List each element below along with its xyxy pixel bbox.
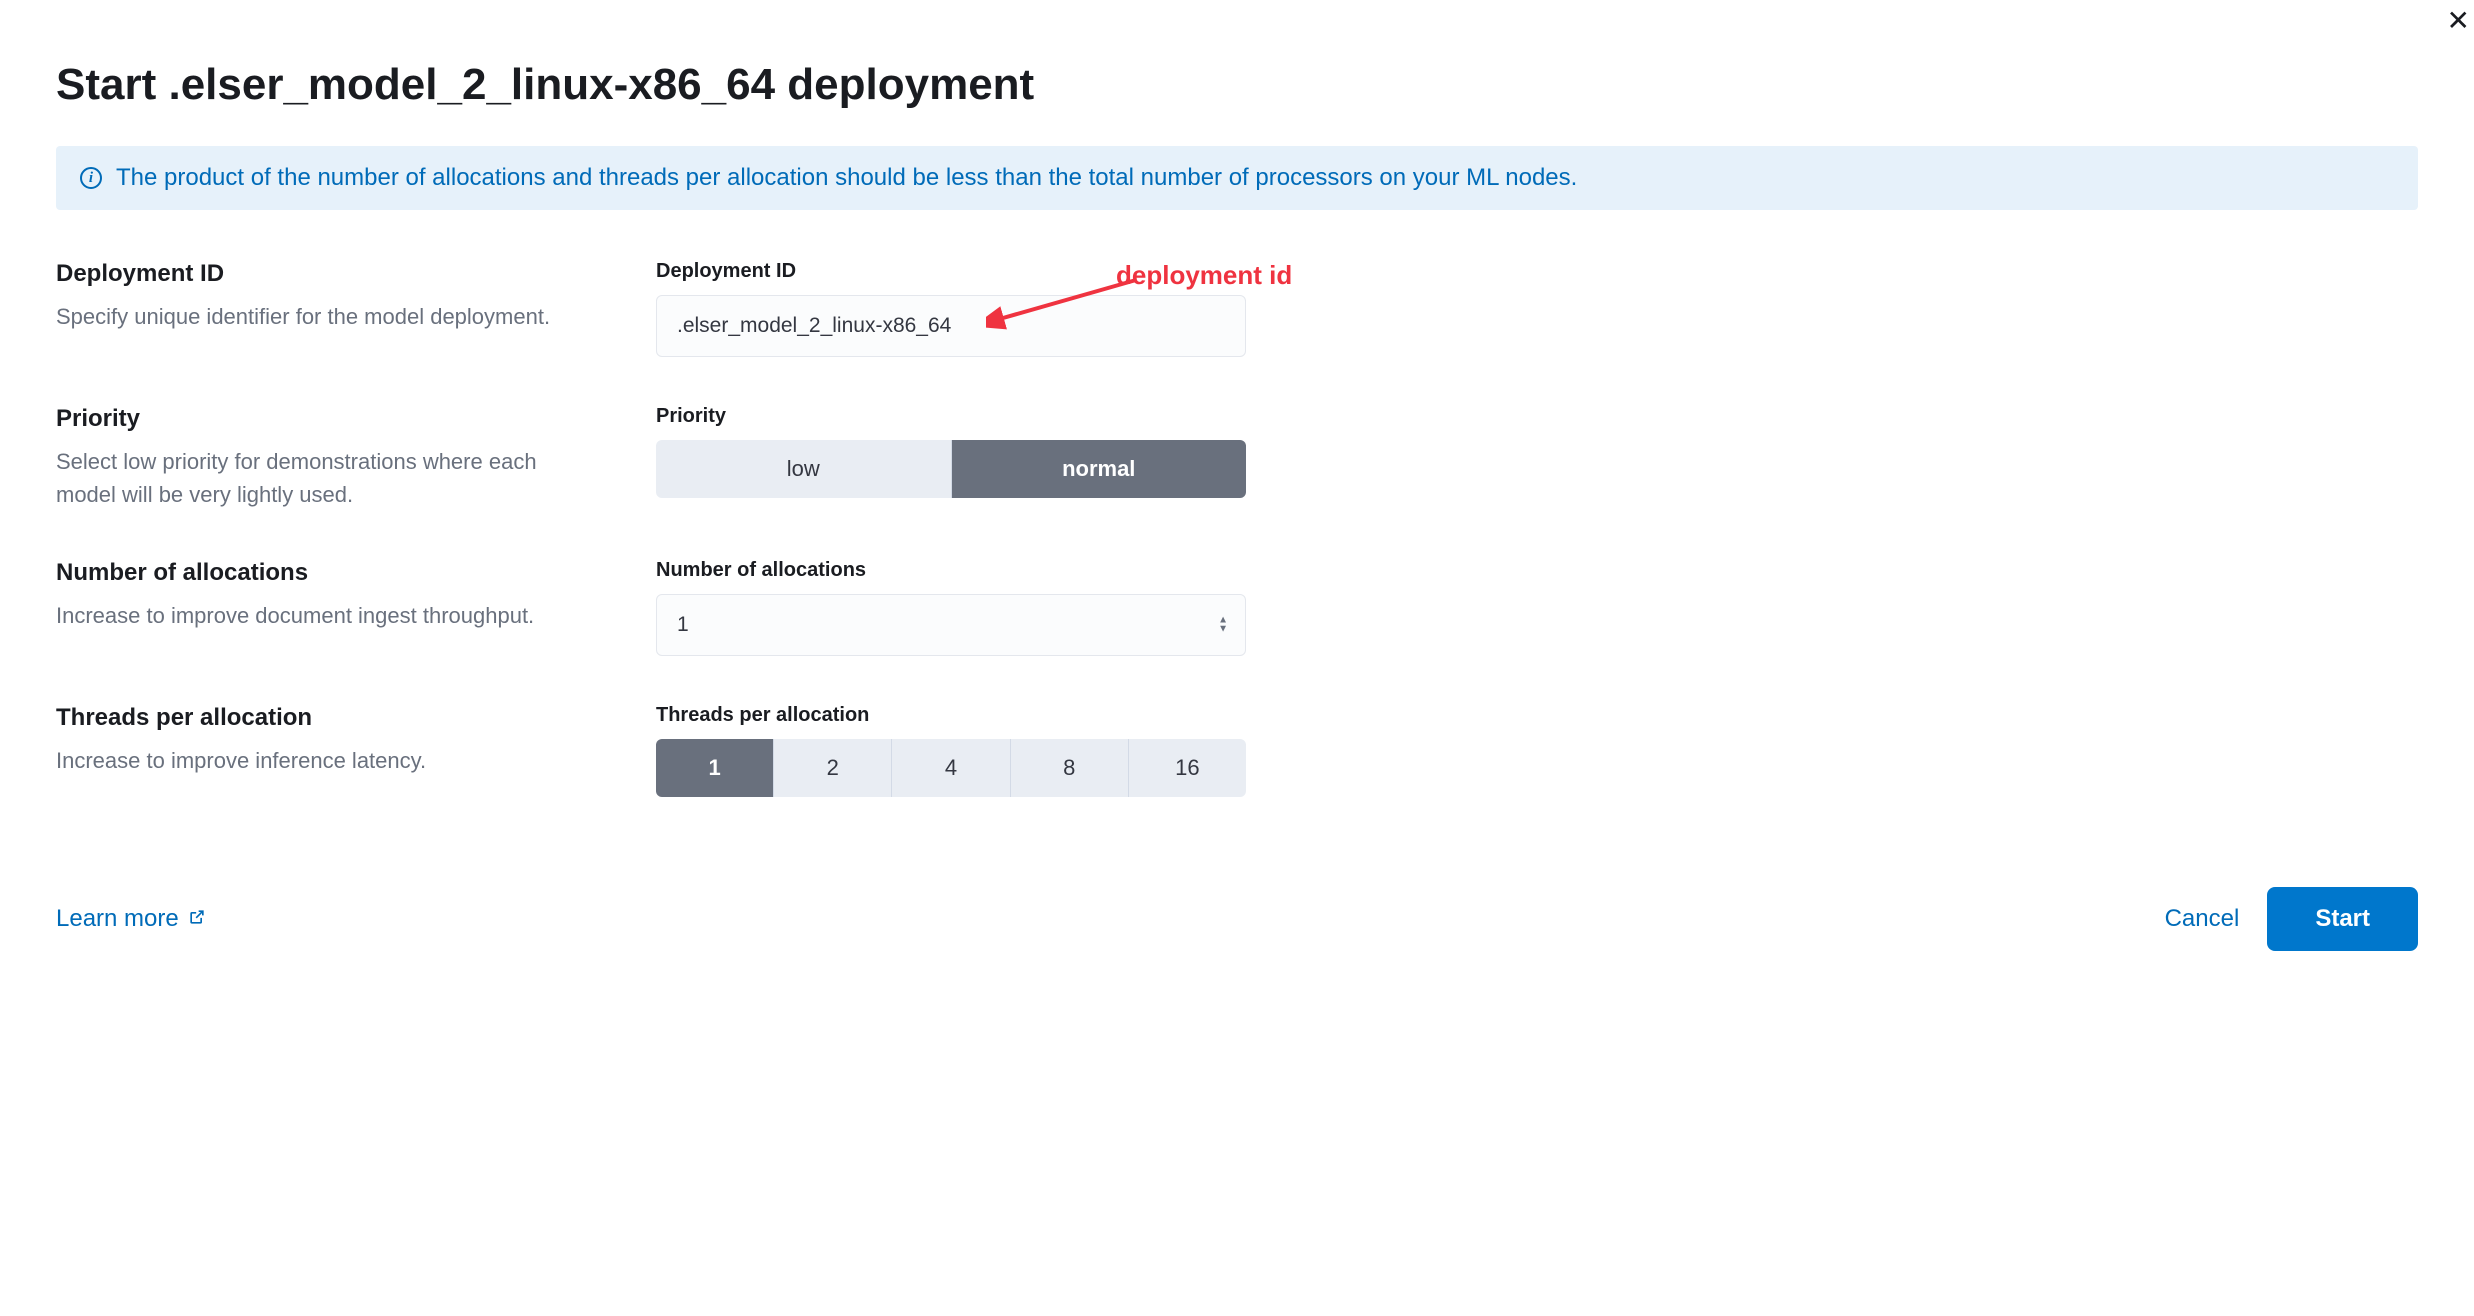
deployment-id-title: Deployment ID (56, 260, 596, 288)
learn-more-label: Learn more (56, 905, 179, 933)
external-link-icon (187, 907, 207, 932)
cancel-button[interactable]: Cancel (2165, 905, 2240, 933)
threads-option-1[interactable]: 1 (656, 739, 774, 797)
info-callout: i The product of the number of allocatio… (56, 146, 2418, 210)
threads-toggle: 1 2 4 8 16 (656, 739, 1246, 797)
number-stepper[interactable]: ▲ ▼ (1218, 617, 1228, 634)
priority-low-button[interactable]: low (656, 440, 952, 498)
threads-title: Threads per allocation (56, 704, 596, 732)
allocations-input[interactable] (656, 594, 1246, 656)
threads-option-8[interactable]: 8 (1011, 739, 1129, 797)
priority-label: Priority (656, 405, 1246, 428)
allocations-title: Number of allocations (56, 559, 596, 587)
priority-desc: Select low priority for demonstrations w… (56, 445, 596, 511)
priority-toggle: low normal (656, 440, 1246, 498)
threads-label: Threads per allocation (656, 704, 1246, 727)
threads-option-4[interactable]: 4 (892, 739, 1010, 797)
deployment-id-input[interactable] (656, 295, 1246, 357)
deployment-id-desc: Specify unique identifier for the model … (56, 300, 596, 333)
threads-desc: Increase to improve inference latency. (56, 744, 596, 777)
learn-more-link[interactable]: Learn more (56, 905, 207, 933)
annotation-deployment-id: deployment id (1116, 260, 1292, 291)
priority-title: Priority (56, 405, 596, 433)
info-icon: i (80, 167, 102, 189)
close-icon[interactable]: ✕ (2443, 0, 2474, 41)
threads-option-16[interactable]: 16 (1129, 739, 1246, 797)
threads-option-2[interactable]: 2 (774, 739, 892, 797)
callout-text: The product of the number of allocations… (116, 164, 1577, 192)
allocations-desc: Increase to improve document ingest thro… (56, 599, 596, 632)
start-button[interactable]: Start (2267, 887, 2418, 951)
dialog-title: Start .elser_model_2_linux-x86_64 deploy… (56, 60, 2418, 110)
allocations-label: Number of allocations (656, 559, 1246, 582)
stepper-down-icon[interactable]: ▼ (1218, 626, 1228, 634)
priority-normal-button[interactable]: normal (952, 440, 1247, 498)
